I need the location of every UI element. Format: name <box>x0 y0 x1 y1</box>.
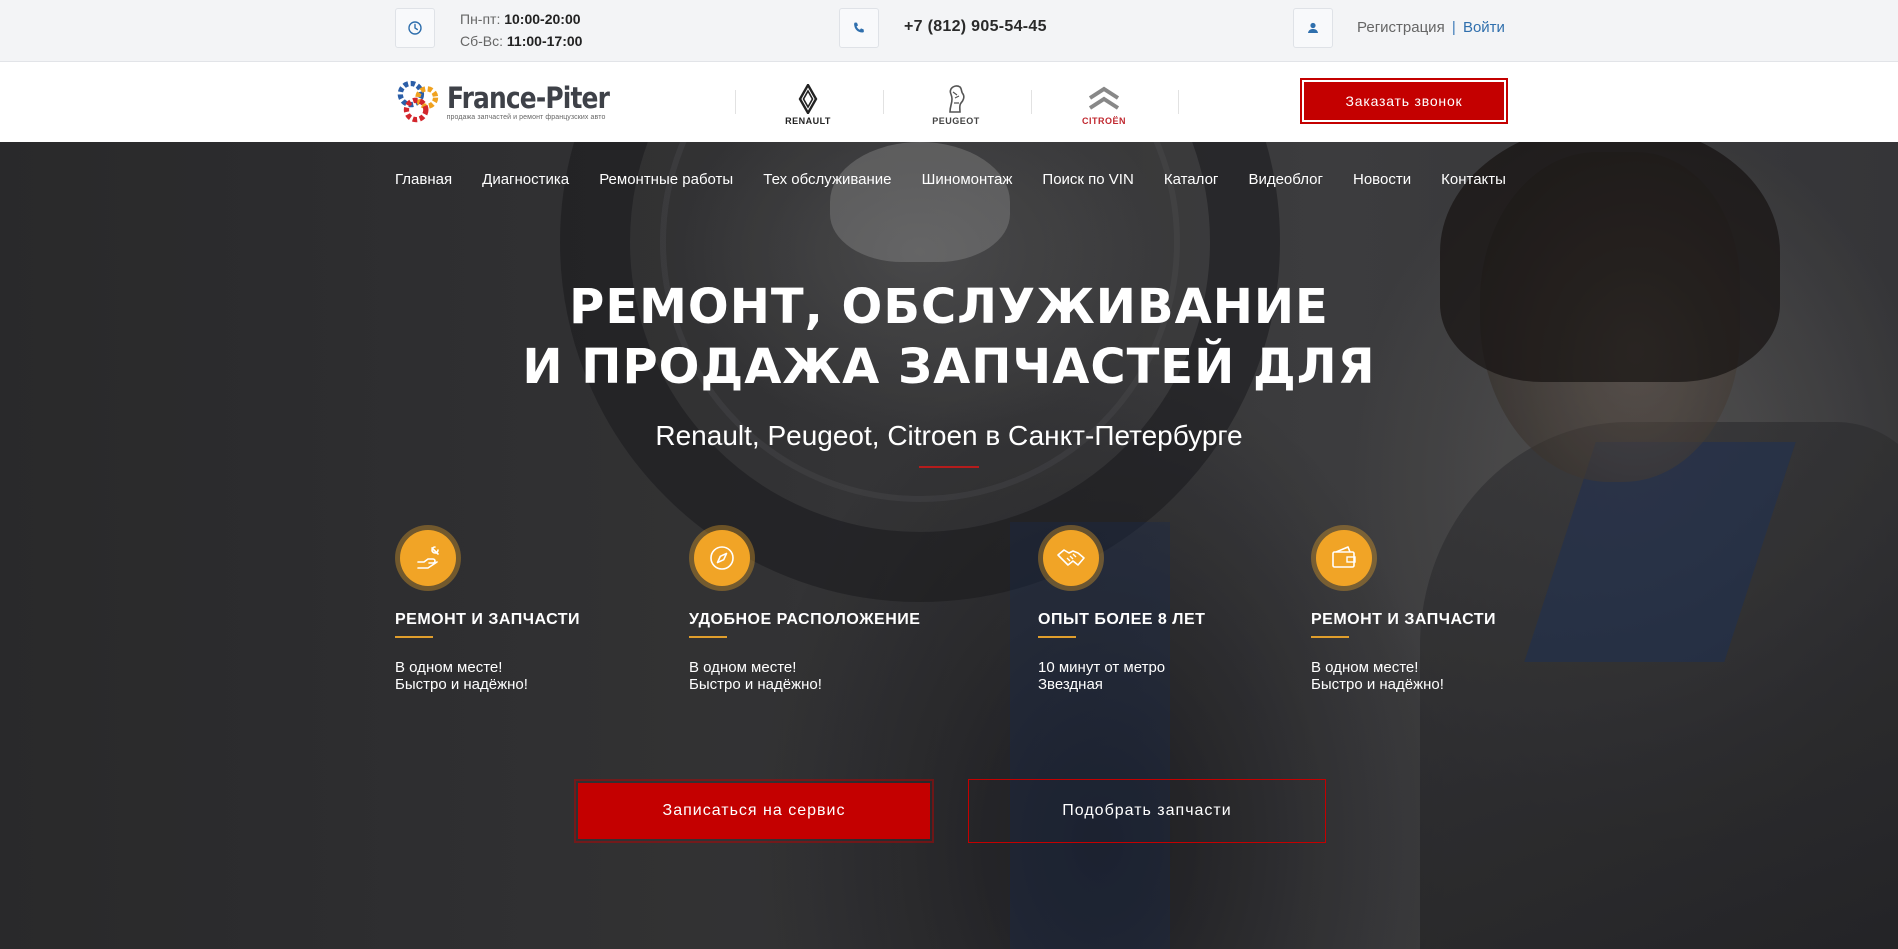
working-hours: Пн-пт: 10:00-20:00 Сб-Вс: 11:00-17:00 <box>460 8 582 52</box>
renault-logo-icon <box>798 84 818 114</box>
hero-headline: РЕМОНТ, ОБСЛУЖИВАНИЕ И ПРОДАЖА ЗАПЧАСТЕЙ… <box>0 277 1898 397</box>
feature-experience: ОПЫТ БОЛЕЕ 8 ЛЕТ 10 минут от метро Звезд… <box>1038 525 1205 693</box>
feature-text: В одном месте! Быстро и надёжно! <box>689 659 920 693</box>
hero-headline-line1: РЕМОНТ, ОБСЛУЖИВАНИЕ <box>569 279 1329 335</box>
repair-hand-icon <box>395 525 461 591</box>
nav-item-contacts[interactable]: Контакты <box>1441 171 1506 191</box>
feature-text: В одном месте! Быстро и надёжно! <box>395 659 580 693</box>
feature-underline <box>1038 636 1076 638</box>
feature-text-line2: Звездная <box>1038 676 1103 693</box>
brand-peugeot[interactable]: PEUGEOT <box>906 80 1006 126</box>
feature-text-line1: В одном месте! <box>1311 659 1419 676</box>
feature-text: В одном месте! Быстро и надёжно! <box>1311 659 1496 693</box>
site-logo[interactable]: France-Piter продажа запчастей и ремонт … <box>395 74 635 130</box>
login-link[interactable]: Войти <box>1463 19 1505 36</box>
feature-text-line1: В одном месте! <box>395 659 503 676</box>
feature-text-line1: 10 минут от метро <box>1038 659 1166 676</box>
weekday-time: 10:00-20:00 <box>504 11 581 27</box>
feature-text-line1: В одном месте! <box>689 659 797 676</box>
handshake-icon <box>1038 525 1104 591</box>
peugeot-logo-icon <box>949 85 965 113</box>
hero-headline-line2: И ПРОДАЖА ЗАПЧАСТЕЙ ДЛЯ <box>522 339 1376 395</box>
clock-icon <box>395 8 435 48</box>
brand-citroen[interactable]: CITROËN <box>1054 80 1154 126</box>
brand-divider <box>1031 90 1032 114</box>
brand-peugeot-label: PEUGEOT <box>932 116 980 126</box>
phone-icon[interactable] <box>839 8 879 48</box>
register-link[interactable]: Регистрация <box>1357 19 1445 36</box>
feature-title: РЕМОНТ И ЗАПЧАСТИ <box>395 611 581 628</box>
feature-title: ОПЫТ БОЛЕЕ 8 ЛЕТ <box>1038 611 1206 628</box>
feature-underline <box>1311 636 1349 638</box>
phone-number[interactable]: +7 (812) 905-54-45 <box>904 18 1047 36</box>
weekend-time: 11:00-17:00 <box>506 33 583 49</box>
nav-item-vin-search[interactable]: Поиск по VIN <box>1042 171 1133 191</box>
feature-title: УДОБНОЕ РАСПОЛОЖЕНИЕ <box>689 611 921 628</box>
hero-section: Главная Диагностика Ремонтные работы Тех… <box>0 142 1898 949</box>
feature-underline <box>689 636 727 638</box>
logo-title: France-Piter <box>446 81 610 115</box>
feature-text: 10 минут от метро Звездная <box>1038 659 1205 693</box>
nav-item-diagnostics[interactable]: Диагностика <box>482 171 569 191</box>
brand-divider <box>1178 90 1179 114</box>
nav-item-tire-service[interactable]: Шиномонтаж <box>922 171 1013 191</box>
feature-location: УДОБНОЕ РАСПОЛОЖЕНИЕ В одном месте! Быст… <box>689 525 920 693</box>
find-parts-button[interactable]: Подобрать запчасти <box>968 779 1326 843</box>
feature-repair-parts-2: РЕМОНТ И ЗАПЧАСТИ В одном месте! Быстро … <box>1311 525 1496 693</box>
wallet-icon <box>1311 525 1377 591</box>
book-service-button[interactable]: Записаться на сервис <box>574 779 934 843</box>
hero-overlay <box>0 142 1898 949</box>
feature-text-line2: Быстро и надёжно! <box>395 676 528 693</box>
brand-renault-label: RENAULT <box>785 116 831 126</box>
weekday-label: Пн-пт: <box>460 11 501 27</box>
hero-subheadline: Renault, Peugeot, Citroen в Санкт-Петерб… <box>655 420 1243 451</box>
feature-text-line2: Быстро и надёжно! <box>1311 676 1444 693</box>
feature-repair-parts: РЕМОНТ И ЗАПЧАСТИ В одном месте! Быстро … <box>395 525 580 693</box>
callback-button[interactable]: Заказать звонок <box>1300 78 1508 124</box>
auth-separator: | <box>1451 19 1456 36</box>
top-info-bar: Пн-пт: 10:00-20:00 Сб-Вс: 11:00-17:00 +7… <box>0 0 1898 62</box>
feature-text-line2: Быстро и надёжно! <box>689 676 822 693</box>
auth-links: Регистрация | Войти <box>1357 19 1505 36</box>
feature-underline <box>395 636 433 638</box>
weekend-label: Сб-Вс: <box>460 33 504 49</box>
brand-divider <box>735 90 736 114</box>
brand-renault[interactable]: RENAULT <box>758 80 858 126</box>
feature-title: РЕМОНТ И ЗАПЧАСТИ <box>1311 611 1497 628</box>
citroen-logo-icon <box>1088 86 1120 110</box>
nav-item-maintenance[interactable]: Тех обслуживание <box>763 171 891 191</box>
hero-divider <box>919 466 979 468</box>
logo-gears-icon <box>397 80 439 123</box>
nav-item-repair-works[interactable]: Ремонтные работы <box>599 171 733 191</box>
nav-item-news[interactable]: Новости <box>1353 171 1411 191</box>
nav-item-home[interactable]: Главная <box>395 171 452 191</box>
brand-divider <box>883 90 884 114</box>
nav-item-videoblog[interactable]: Видеоблог <box>1248 171 1322 191</box>
nav-item-catalog[interactable]: Каталог <box>1164 171 1219 191</box>
main-nav: Главная Диагностика Ремонтные работы Тех… <box>395 171 1506 191</box>
brand-citroen-label: CITROËN <box>1082 116 1126 126</box>
compass-icon <box>689 525 755 591</box>
user-icon[interactable] <box>1293 8 1333 48</box>
logo-subtitle: продажа запчастей и ремонт французских а… <box>446 114 606 121</box>
